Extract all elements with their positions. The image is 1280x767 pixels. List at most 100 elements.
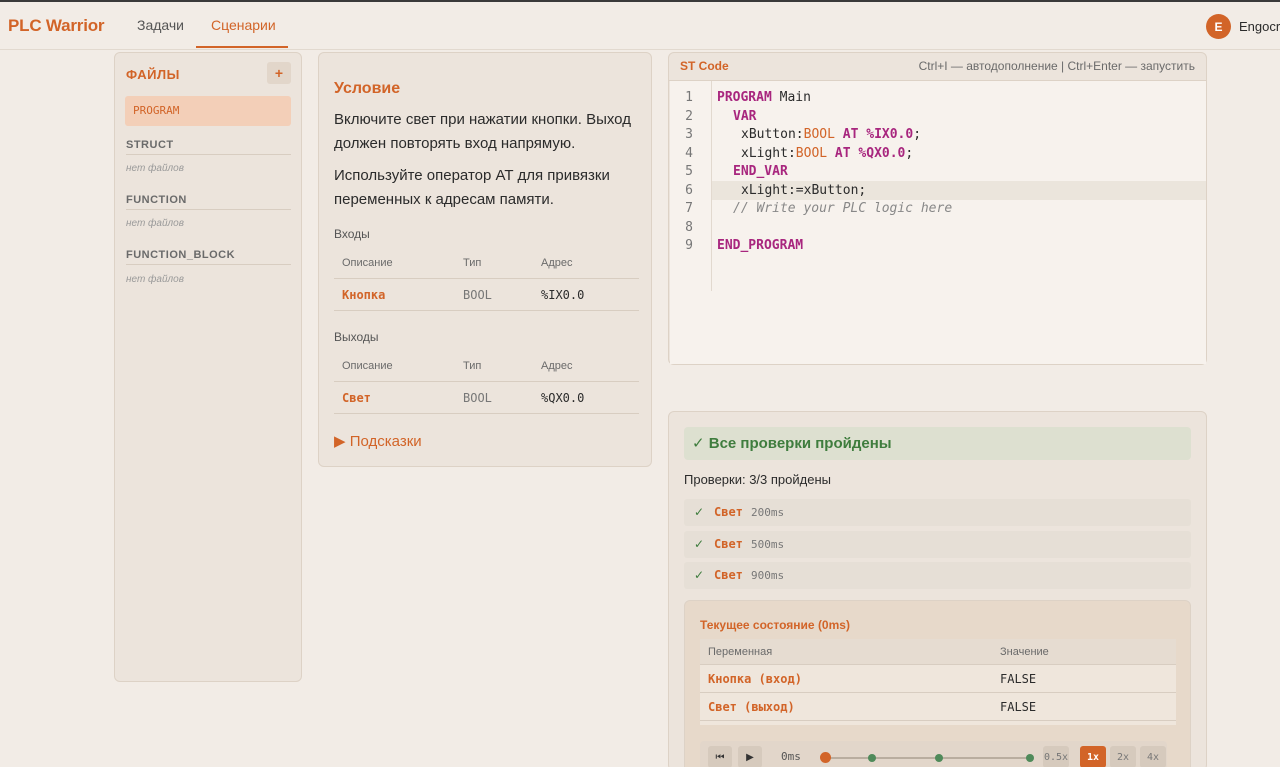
column-header: Описание: [342, 360, 393, 372]
type: BOOL: [795, 146, 828, 161]
line-number: 5: [685, 164, 693, 179]
timeline-thumb[interactable]: [820, 752, 831, 763]
code-comment: // Write your PLC logic here: [733, 201, 953, 216]
table-row: Кнопка (вход) FALSE: [700, 665, 1176, 693]
timeline-player: ⏮ ▶ 0ms 0.5x 1x 2x 4x: [700, 741, 1167, 767]
table-header: Переменная Значение: [700, 639, 1176, 665]
tab-scenarios[interactable]: Сценарии: [211, 17, 276, 33]
app-header: PLC Warrior Задачи Сценарии E Engocr: [0, 2, 1280, 50]
address: %IX0.0: [866, 127, 914, 142]
checks-summary: Проверки: 3/3 пройдены: [684, 472, 831, 487]
io-address: %QX0.0: [541, 391, 585, 405]
section-empty-function: нет файлов: [126, 218, 184, 229]
keyword: VAR: [733, 109, 757, 124]
io-type: BOOL: [463, 391, 492, 405]
condition-paragraph: Включите свет при нажатии кнопки. Выход …: [334, 111, 631, 152]
file-item-program[interactable]: PROGRAM: [125, 96, 291, 126]
variable-name: Свет (выход): [708, 700, 795, 714]
check-time: 500ms: [751, 538, 785, 551]
section-divider: [126, 209, 291, 210]
speed-0-5x-button[interactable]: 0.5x: [1043, 746, 1069, 767]
section-divider: [126, 264, 291, 265]
user-name[interactable]: Engocr: [1239, 19, 1280, 34]
play-icon[interactable]: ▶: [738, 746, 762, 767]
check-icon: ✓: [694, 505, 705, 519]
code-editor-panel: ST Code Ctrl+I — автодополнение | Ctrl+E…: [668, 52, 1207, 365]
condition-paragraph: Используйте оператор AT для привязки пер…: [334, 167, 610, 208]
code-line: END_PROGRAM: [717, 238, 803, 253]
check-icon: ✓: [694, 537, 705, 551]
code-editor[interactable]: 1 2 3 4 5 6 7 8 9 PROGRAM Main VAR xButt…: [670, 81, 1206, 364]
line-number: 7: [685, 201, 693, 216]
table-row: Кнопка BOOL %IX0.0: [334, 279, 639, 311]
check-marker: [1026, 754, 1034, 762]
column-header: Тип: [463, 257, 482, 269]
check-row: ✓ Свет 900ms: [684, 562, 1191, 589]
inputs-title: Входы: [334, 227, 370, 241]
keyword: PROGRAM: [717, 90, 772, 105]
column-header: Адрес: [541, 257, 573, 269]
speed-1x-button[interactable]: 1x: [1080, 746, 1106, 767]
check-row: ✓ Свет 500ms: [684, 531, 1191, 558]
identifier: xLight:: [741, 146, 796, 161]
hints-toggle[interactable]: ▶ Подсказки: [334, 432, 422, 450]
io-type: BOOL: [463, 288, 492, 302]
line-number: 6: [685, 183, 693, 198]
state-title: Текущее состояние (0ms): [700, 618, 850, 632]
column-header: Описание: [342, 257, 393, 269]
code-line: END_VAR: [733, 164, 788, 179]
code-line: PROGRAM Main: [717, 90, 811, 105]
speed-4x-button[interactable]: 4x: [1140, 746, 1166, 767]
code-title: ST Code: [680, 59, 729, 73]
condition-title: Условие: [334, 80, 401, 97]
table-header: Описание Тип Адрес: [334, 247, 639, 279]
io-address: %IX0.0: [541, 288, 585, 302]
check-icon: ✓: [694, 568, 705, 582]
table-row: Свет BOOL %QX0.0: [334, 382, 639, 414]
line-gutter: 1 2 3 4 5 6 7 8 9: [670, 81, 712, 291]
column-header: Переменная: [708, 646, 773, 658]
app-logo[interactable]: PLC Warrior: [8, 16, 105, 36]
active-tab-indicator: [196, 46, 288, 48]
section-empty-function-block: нет файлов: [126, 274, 184, 285]
add-file-button[interactable]: +: [267, 62, 291, 84]
line-number: 3: [685, 127, 693, 142]
check-name: Свет: [714, 505, 743, 519]
variable-value: FALSE: [1000, 672, 1037, 686]
section-empty-struct: нет файлов: [126, 163, 184, 174]
current-state-box: Текущее состояние (0ms) Переменная Значе…: [684, 600, 1191, 767]
outputs-title: Выходы: [334, 330, 379, 344]
section-title-function-block: FUNCTION_BLOCK: [126, 249, 236, 261]
identifier: xButton:: [741, 127, 804, 142]
table-header: Описание Тип Адрес: [334, 350, 639, 382]
all-passed-banner: ✓ Все проверки пройдены: [684, 427, 1191, 460]
user-avatar[interactable]: E: [1206, 14, 1231, 39]
tab-tasks[interactable]: Задачи: [137, 17, 184, 33]
variable-value: FALSE: [1000, 700, 1037, 714]
type: BOOL: [803, 127, 835, 142]
keyword: AT: [827, 146, 859, 161]
io-name: Кнопка: [342, 288, 386, 302]
keyword: END_PROGRAM: [717, 238, 804, 253]
rewind-icon[interactable]: ⏮: [708, 746, 732, 767]
punctuation: ;: [905, 146, 914, 161]
column-header: Тип: [463, 360, 482, 372]
section-divider: [126, 154, 291, 155]
check-name: Свет: [714, 568, 743, 582]
timeline-track[interactable]: [824, 757, 1030, 759]
files-title: ФАЙЛЫ: [126, 67, 180, 82]
timeline-time: 0ms: [781, 750, 801, 763]
condition-panel: Условие Включите свет при нажатии кнопки…: [318, 52, 652, 467]
io-name: Свет: [342, 391, 371, 405]
keyword: AT: [834, 127, 867, 142]
check-marker: [868, 754, 876, 762]
line-number: 4: [685, 146, 693, 161]
speed-2x-button[interactable]: 2x: [1110, 746, 1136, 767]
results-panel: ✓ Все проверки пройдены Проверки: 3/3 пр…: [668, 411, 1207, 767]
check-time: 200ms: [751, 506, 785, 519]
check-row: ✓ Свет 200ms: [684, 499, 1191, 526]
code-line: xLight:=xButton;: [741, 183, 867, 198]
check-name: Свет: [714, 537, 743, 551]
address: %QX0.0: [858, 146, 906, 161]
keyword: END_VAR: [733, 164, 788, 179]
